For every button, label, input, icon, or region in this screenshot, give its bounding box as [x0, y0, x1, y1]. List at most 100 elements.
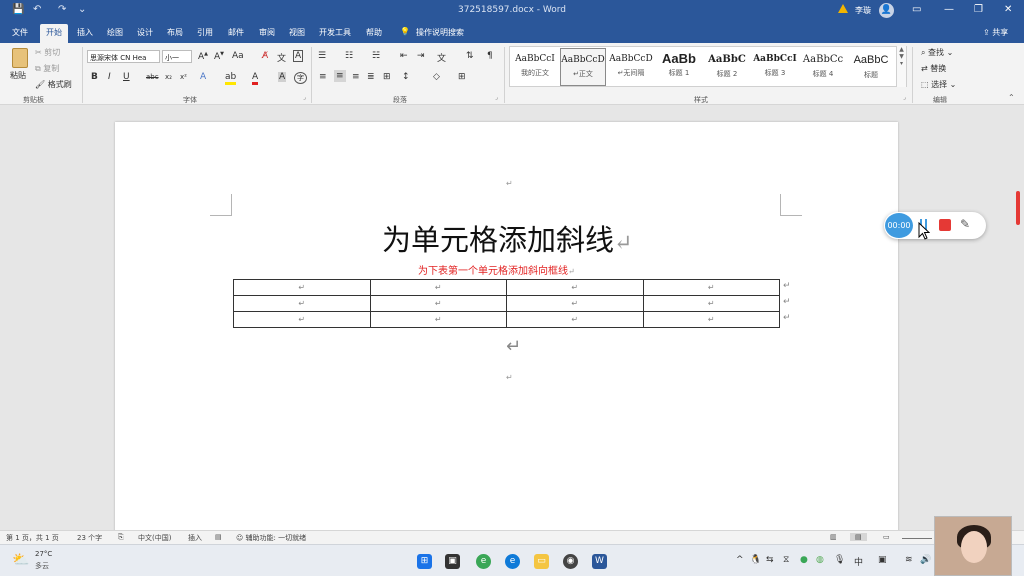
bluetooth-icon[interactable]: ⧖ — [783, 555, 789, 565]
tab-developer[interactable]: 开发工具 — [319, 27, 351, 38]
bold-icon[interactable]: B — [91, 72, 98, 82]
word-app-icon[interactable]: W — [592, 554, 607, 569]
volume-icon[interactable]: 🔊 — [920, 555, 931, 565]
char-shading-icon[interactable]: A — [278, 72, 287, 82]
taskbar-app-icon[interactable]: ▣ — [878, 555, 887, 565]
table-cell[interactable]: ↵ — [369, 279, 507, 296]
phonetic-guide-icon[interactable]: 文 — [277, 51, 286, 64]
zoom-slider[interactable] — [902, 538, 932, 539]
ribbon-display-icon[interactable]: ▭ — [912, 4, 921, 15]
chevron-up-icon[interactable]: ^ — [736, 555, 744, 565]
bullets-icon[interactable]: ☰ — [318, 51, 326, 61]
multilevel-list-icon[interactable]: ☵ — [372, 51, 380, 61]
line-spacing-icon[interactable]: ↕ — [402, 72, 410, 82]
file-explorer-icon[interactable]: ▭ — [534, 554, 549, 569]
table-cell[interactable]: ↵ — [506, 311, 644, 328]
font-color-icon[interactable]: A — [252, 72, 259, 85]
tab-design[interactable]: 设计 — [137, 27, 153, 38]
align-right-icon[interactable]: ≡ — [352, 72, 360, 82]
highlight-icon[interactable]: ab — [225, 72, 237, 85]
table-cell[interactable]: ↵ — [233, 279, 371, 296]
save-icon[interactable]: 💾 — [12, 4, 24, 15]
justify-icon[interactable]: ≣ — [367, 72, 375, 82]
stop-icon[interactable] — [939, 219, 951, 231]
table-cell[interactable]: ↵ — [642, 311, 780, 328]
wechat-icon[interactable]: ◍ — [816, 555, 824, 565]
shrink-font-icon[interactable]: A▼ — [214, 51, 224, 62]
chevron-up-icon[interactable]: ▲ — [897, 46, 906, 53]
format-painter-button[interactable]: 🖌 格式刷 — [35, 79, 72, 90]
table-cell[interactable]: ↵ — [233, 311, 371, 328]
strikethrough-icon[interactable]: abc — [146, 73, 159, 81]
table-cell[interactable]: ↵ — [233, 295, 371, 312]
paste-button[interactable]: 粘贴 — [10, 70, 26, 81]
paste-icon[interactable] — [12, 48, 28, 68]
tab-mailings[interactable]: 邮件 — [228, 27, 244, 38]
accessibility-status[interactable]: ☺ 辅助功能: 一切就绪 — [236, 533, 306, 543]
proofing-icon[interactable]: ⎘ — [118, 533, 124, 542]
tab-home[interactable]: 开始 — [40, 24, 68, 43]
chinese-layout-icon[interactable]: 文 — [437, 51, 446, 64]
edge-icon[interactable]: e — [505, 554, 520, 569]
document-canvas[interactable]: ↵ 为单元格添加斜线↵ 为下表第一个单元格添加斜向框线↵ ↵ ↵ ↵ ↵ ↵ ↵… — [0, 106, 1024, 542]
scroll-indicator[interactable] — [1016, 191, 1020, 225]
tab-file[interactable]: 文件 — [12, 27, 28, 38]
styles-scroll[interactable]: ▲ ▼ ▾ — [896, 46, 906, 87]
word-count[interactable]: 23 个字 — [77, 533, 102, 543]
tab-draw[interactable]: 绘图 — [107, 27, 123, 38]
mic-icon[interactable]: 🎙 — [834, 555, 845, 565]
document-page[interactable]: ↵ 为单元格添加斜线↵ 为下表第一个单元格添加斜向框线↵ ↵ ↵ ↵ ↵ ↵ ↵… — [115, 122, 898, 542]
network-tray-icon[interactable]: ⇆ — [766, 555, 774, 565]
font-name-combo[interactable]: 思源宋体 CN Hea — [87, 50, 160, 63]
font-size-combo[interactable]: 小一 — [162, 50, 192, 63]
sort-icon[interactable]: ⇅ — [466, 51, 474, 61]
qq-icon[interactable]: 🐧 — [750, 555, 761, 565]
document-table[interactable]: ↵ ↵ ↵ ↵ ↵ ↵ ↵ ↵ ↵ ↵ ↵ ↵ — [233, 279, 780, 328]
print-layout-icon[interactable]: ▤ — [850, 533, 867, 541]
share-button[interactable]: ⇪ 共享 — [983, 27, 1008, 38]
more-styles-icon[interactable]: ▾ — [897, 60, 906, 67]
numbering-icon[interactable]: ☷ — [345, 51, 353, 61]
table-cell[interactable]: ↵ — [506, 295, 644, 312]
enclose-char-icon[interactable]: 字 — [294, 72, 307, 84]
table-cell[interactable]: ↵ — [369, 295, 507, 312]
tab-layout[interactable]: 布局 — [167, 27, 183, 38]
style-normal[interactable]: AaBbCcD ↵正文 — [560, 48, 606, 86]
app-tray-icon[interactable]: ● — [800, 555, 808, 565]
insert-mode[interactable]: 插入 — [188, 533, 202, 543]
collapse-ribbon-icon[interactable]: ⌃ — [1008, 93, 1015, 102]
avatar[interactable]: 👤 — [879, 3, 894, 18]
text-effects-icon[interactable]: A — [200, 72, 206, 82]
style-no-spacing[interactable]: AaBbCcD ↵无间隔 — [608, 48, 654, 86]
user-name[interactable]: 李璇 — [855, 5, 871, 16]
page-count[interactable]: 第 1 页，共 1 页 — [6, 533, 59, 543]
tell-me-search[interactable]: 操作说明搜索 — [416, 27, 464, 38]
table-cell[interactable]: ↵ — [506, 279, 644, 296]
style-title[interactable]: AaBbC 标题 — [848, 48, 894, 86]
select-button[interactable]: ⬚ 选择 ⌄ — [921, 79, 956, 90]
style-heading-2[interactable]: AaBbC 标题 2 — [704, 48, 750, 86]
superscript-icon[interactable]: x² — [180, 73, 187, 81]
replace-button[interactable]: ⇄ 替换 — [921, 63, 946, 74]
style-heading-4[interactable]: AaBbCc 标题 4 — [800, 48, 846, 86]
ime-icon[interactable]: 中 — [854, 555, 863, 568]
redo-icon[interactable]: ↷ — [58, 4, 66, 15]
chevron-down-icon[interactable]: ▼ — [897, 53, 906, 60]
clear-format-icon[interactable]: A̸ — [262, 51, 268, 61]
language-indicator[interactable]: 中文(中国) — [138, 533, 171, 543]
increase-indent-icon[interactable]: ⇥ — [417, 51, 425, 61]
char-border-icon[interactable]: A — [293, 50, 304, 62]
document-heading[interactable]: 为单元格添加斜线↵ — [382, 217, 632, 259]
underline-icon[interactable]: U — [123, 72, 130, 82]
customize-toolbar-icon[interactable]: ⌄ — [78, 4, 86, 15]
copy-button[interactable]: ⧉ 复制 — [35, 63, 59, 74]
style-my-body[interactable]: AaBbCcI 我的正文 — [512, 48, 558, 86]
tab-insert[interactable]: 插入 — [77, 27, 93, 38]
style-heading-1[interactable]: AaBb 标题 1 — [656, 48, 702, 86]
browser-icon[interactable]: e — [476, 554, 491, 569]
change-case-icon[interactable]: Aa — [232, 51, 244, 61]
show-marks-icon[interactable]: ¶ — [487, 51, 493, 61]
grow-font-icon[interactable]: A▲ — [198, 51, 208, 62]
align-left-icon[interactable]: ≡ — [319, 72, 327, 82]
italic-icon[interactable]: I — [108, 72, 111, 82]
